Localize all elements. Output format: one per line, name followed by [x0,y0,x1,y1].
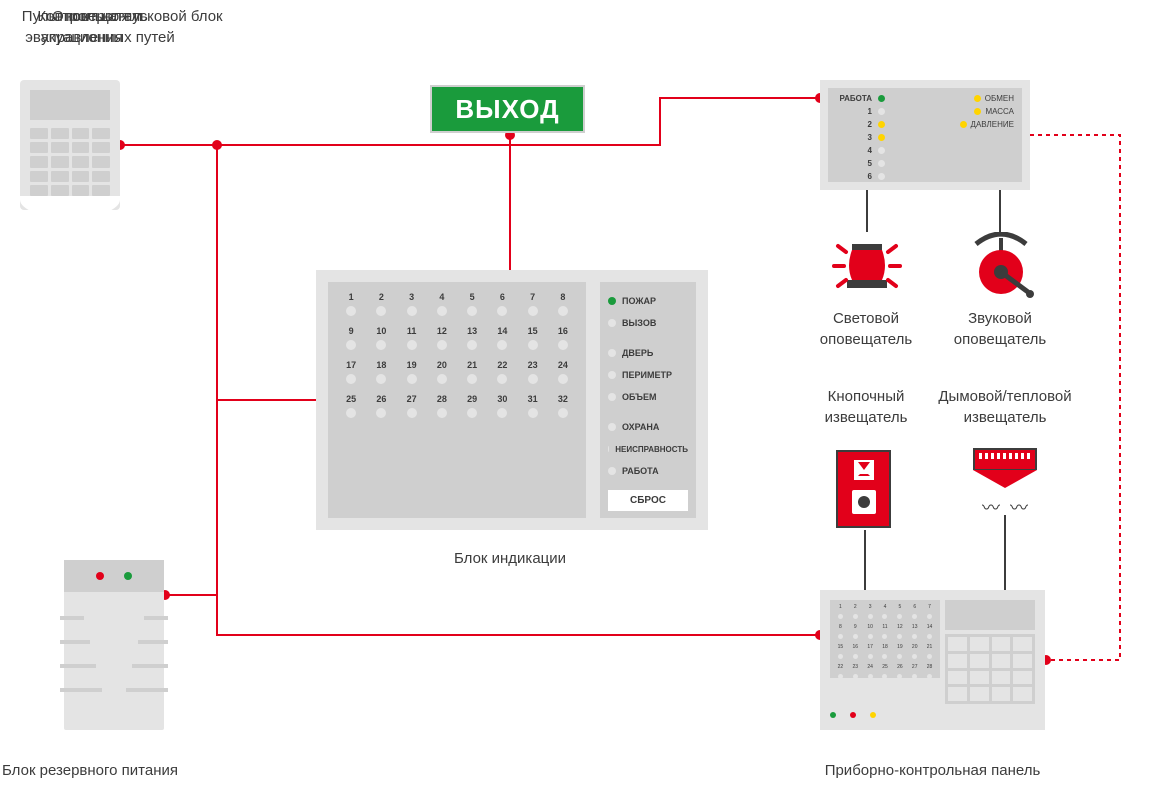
backup-power-unit [64,560,164,730]
zone-indicator: 21 [461,360,483,384]
smoke-heat-detector: 〰〰 [970,448,1040,520]
zone-indicator: 23 [522,360,544,384]
exit-sign-text: ВЫХОД [455,94,559,125]
zone-indicator: 24 [552,360,574,384]
smoke-label: Дымовой/тепловой извещатель [930,386,1080,428]
zone-indicator: 13 [461,326,483,350]
zone-indicator: 10 [370,326,392,350]
cpanel-label: Приборно-контрольная панель [820,760,1045,781]
sound-alarm-icon [956,232,1046,302]
zone-indicator: 5 [461,292,483,316]
light-alarm-icon [822,232,912,302]
zone-indicator: 16 [552,326,574,350]
indicator-block: 1234567891011121314151617181920212223242… [316,270,708,530]
zone-indicator: 6 [491,292,513,316]
zone-indicator: 22 [491,360,513,384]
callpoint-label: Кнопочный извещатель [806,386,926,428]
zone-indicator: 26 [370,394,392,418]
zone-indicator: 14 [491,326,513,350]
zone-indicator: 1 [340,292,362,316]
zone-indicator: 7 [522,292,544,316]
zone-indicator: 4 [431,292,453,316]
zone-indicator: 11 [401,326,423,350]
reset-button[interactable]: СБРОС [608,490,688,511]
zone-indicator: 3 [401,292,423,316]
ib-label: Блок индикации [420,548,600,569]
zone-indicator: 9 [340,326,362,350]
manual-callpoint [836,450,891,528]
zone-indicator: 30 [491,394,513,418]
control-keypad [20,80,120,210]
zone-indicator: 32 [552,394,574,418]
zone-indicator: 29 [461,394,483,418]
light-alarm-label: Световой оповещатель [806,308,926,350]
zone-indicator: 15 [522,326,544,350]
zone-indicator: 31 [522,394,544,418]
control-panel: 1234567891011121314151617181920212223242… [820,590,1045,730]
clb-label: Контрольно-пусковой блок [0,6,260,27]
zone-indicator: 17 [340,360,362,384]
sound-alarm-label: Звуковой оповещатель [940,308,1060,350]
ups-label: Блок резервного питания [0,760,190,781]
control-launch-block: РАБОТА ОБМЕН 1 МАССА 2 ДАВЛЕНИЕ 3 4 5 6 [820,80,1030,190]
zone-indicator: 12 [431,326,453,350]
zone-indicator: 25 [340,394,362,418]
exit-sign: ВЫХОД [430,85,585,133]
zone-indicator: 27 [401,394,423,418]
zone-indicator: 18 [370,360,392,384]
zone-indicator: 2 [370,292,392,316]
zone-indicator: 8 [552,292,574,316]
zone-indicator: 19 [401,360,423,384]
zone-indicator: 20 [431,360,453,384]
zone-indicator: 28 [431,394,453,418]
